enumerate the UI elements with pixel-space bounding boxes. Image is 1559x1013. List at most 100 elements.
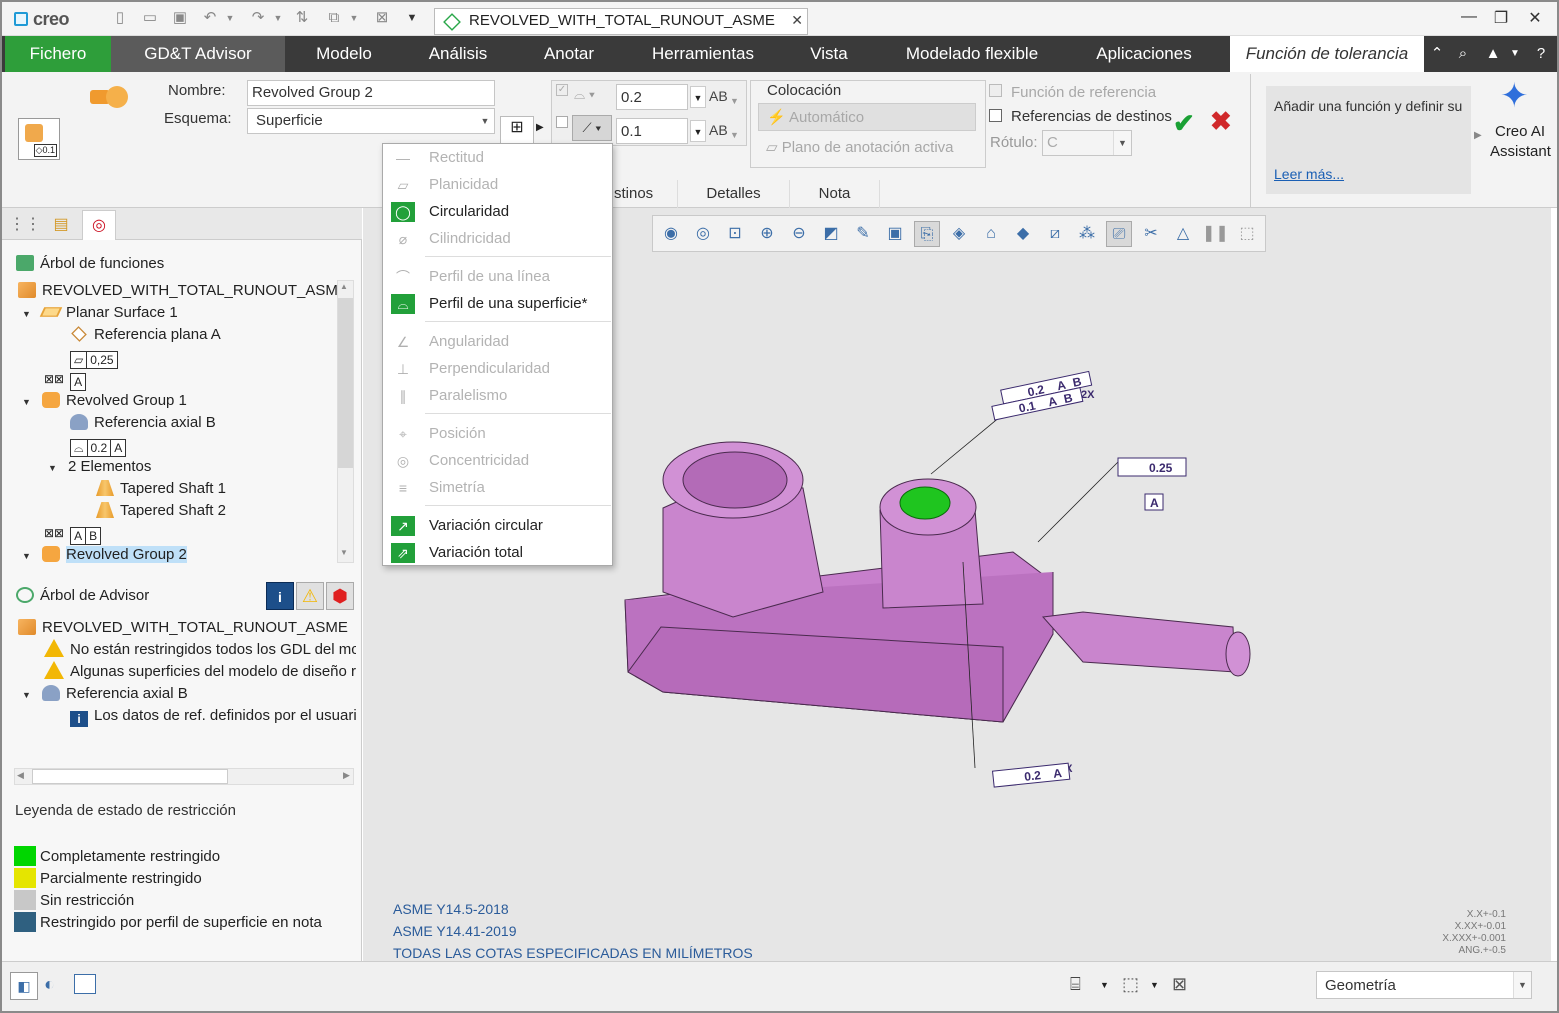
find-dropdown-icon[interactable]: ▼ [1100,980,1109,990]
characteristic-add-icon[interactable]: ⊞ [500,116,534,144]
advisor-node-warning1[interactable]: No están restringidos todos los GDL del … [44,639,356,661]
tab-gdt-advisor[interactable]: GD&T Advisor [111,36,285,72]
error-filter-button[interactable]: ⬢ [326,582,354,610]
advisor-hscrollbar-thumb[interactable] [32,769,228,784]
tab-destinos[interactable]: stinos [612,180,678,208]
orient-icon[interactable]: ◎ [690,221,716,247]
datum-display-icon[interactable]: ⧄ [1042,221,1068,247]
windows-dropdown-icon[interactable]: ▼ [344,9,364,27]
tolerance-1-dropdown-icon[interactable]: ▼ [690,86,706,108]
tab-modelo[interactable]: Modelo [290,36,398,72]
tab-detalles[interactable]: Detalles [678,180,790,208]
minimize-icon[interactable]: — [1458,8,1480,28]
tolerance-2-dropdown-icon[interactable]: ▼ [690,120,706,142]
warning-display-icon[interactable]: △ [1170,221,1196,247]
tree-node-profile[interactable]: ⌓ 0.2 A [70,434,127,457]
leer-mas-link[interactable]: Leer más... [1274,166,1344,182]
tab-vista[interactable]: Vista [782,36,876,72]
tab-nota[interactable]: Nota [790,180,880,208]
section-icon[interactable]: ◆ [1010,221,1036,247]
saved-orientations-icon[interactable]: ⎘ [914,221,940,247]
windows-icon[interactable]: ⧉ [324,9,344,27]
collapse-icon[interactable]: ▼ [22,545,34,567]
tab-herramientas[interactable]: Herramientas [630,36,776,72]
fcf-bottom-frame[interactable]: 0.2 A [991,762,1071,788]
customize-toolbar-icon[interactable]: ▼ [402,9,422,27]
total-runout-select-icon[interactable]: ⟋ ▾ [572,115,612,141]
toggle-navigator-icon[interactable]: ◧ [10,972,38,1000]
tolerance-value-2[interactable]: 0.1 [616,118,688,144]
advisor-node-info[interactable]: i Los datos de ref. definidos por el usua… [70,705,356,727]
repaint-icon[interactable]: ◩ [818,221,844,247]
annotation-filter-icon[interactable]: ⎚ [1106,221,1132,247]
document-tab[interactable]: REVOLVED_WITH_TOTAL_RUNOUT_ASME ✕ [434,8,808,35]
boss-large-hole[interactable] [682,451,788,509]
menu-item-perfil-linea[interactable]: ⌒ Perfil de una línea [383,264,612,290]
scroll-up-icon[interactable]: ▲ [340,282,348,291]
menu-item-posicion[interactable]: ⌖ Posición [383,421,612,447]
tree-node-datum-ab[interactable]: ⊠⊠ A B [44,522,102,545]
close-tab-icon[interactable]: ✕ [791,12,803,29]
advisor-node-refB[interactable]: ▼ Referencia axial B [22,683,188,705]
tree-node-ts2[interactable]: Tapered Shaft 2 [96,500,226,522]
creo-ai-assistant-button[interactable]: Creo AI Assistant [1490,122,1551,162]
menu-item-angularidad[interactable]: ∠ Angularidad [383,329,612,355]
full-screen-icon[interactable] [74,974,96,994]
selection-filter-icon[interactable]: ⊠ [1172,974,1187,995]
tab-modelado-flexible[interactable]: Modelado flexible [880,36,1064,72]
tree-node-ts1[interactable]: Tapered Shaft 1 [96,478,226,500]
cancel-x-icon[interactable]: ✖ [1210,106,1232,137]
annotation-orient-icon[interactable]: ⬚ [1234,221,1260,247]
view-manager-icon[interactable]: ◈ [946,221,972,247]
undo-dropdown-icon[interactable]: ▼ [220,9,240,27]
plano-anotacion-button[interactable]: ▱ Plano de anotación activa [758,134,976,162]
tolerance-feature-icon[interactable]: ◇0.1 [18,118,60,160]
datum-refs-2-dropdown-icon[interactable]: ▼ [730,130,739,140]
search-icon[interactable]: ⌕ [1452,36,1474,72]
help-icon[interactable]: ? [1530,36,1552,72]
display-style-icon[interactable]: ▣ [882,221,908,247]
selection-dropdown-icon[interactable]: ▼ [1150,980,1159,990]
menu-item-simetria[interactable]: ≡ Simetría [383,475,612,501]
row2-checkbox[interactable] [556,116,568,128]
tree-node-rg2[interactable]: ▼ Revolved Group 2 [22,544,187,566]
zoom-out-icon[interactable]: ⊖ [786,221,812,247]
open-file-icon[interactable]: ▭ [140,9,160,27]
advisor-node-root[interactable]: REVOLVED_WITH_TOTAL_RUNOUT_ASME [18,617,348,639]
tree-scrollbar-thumb[interactable] [338,298,353,468]
tree-node-datum-a[interactable]: ⊠⊠ A [44,368,87,391]
part-model[interactable] [624,441,1251,723]
redo-icon[interactable]: ↷ [248,9,268,27]
scroll-right-icon[interactable]: ▶ [343,770,350,781]
tree-node-planar[interactable]: ▼ Planar Surface 1 [22,302,178,324]
close-icon[interactable]: ✕ [1524,8,1546,28]
tree-node-root[interactable]: REVOLVED_WITH_TOTAL_RUNOUT_ASME [18,280,348,302]
nombre-input[interactable]: Revolved Group 2 [247,80,495,106]
close-window-icon[interactable]: ⊠ [372,9,392,27]
info-filter-button[interactable]: i [266,582,294,610]
ai-sparkle-icon[interactable]: ✦ [1500,76,1529,116]
surface-profile-small-icon[interactable]: ⌓ ▾ [574,86,595,103]
pause-icon[interactable]: ❚❚ [1202,221,1229,247]
perspective-icon[interactable]: ⌂ [978,221,1004,247]
new-file-icon[interactable]: ▯ [110,9,130,27]
regenerate-icon[interactable]: ⇅ [292,9,312,27]
datum-refs-1-dropdown-icon[interactable]: ▼ [730,96,739,106]
maximize-icon[interactable]: ❐ [1490,8,1512,28]
menu-item-planicidad[interactable]: ▱ Planicidad [383,172,612,198]
automatico-button[interactable]: ⚡ Automático [758,103,976,131]
ok-check-icon[interactable]: ✔ [1173,108,1195,139]
func-ref-checkbox[interactable] [989,84,1002,97]
menu-item-perpendicularidad[interactable]: ⊥ Perpendicularidad [383,356,612,382]
menu-item-cilindricidad[interactable]: ⌀ Cilindricidad [383,226,612,252]
refit-icon[interactable]: ◉ [658,221,684,247]
ref-destinos-checkbox[interactable] [989,109,1002,122]
tab-fichero[interactable]: Fichero [5,36,111,72]
tolerance-value-1[interactable]: 0.2 [616,84,688,110]
fcf-top-frame[interactable]: 0.2 A B 0.1 A B [989,370,1095,421]
menu-item-rectitud[interactable]: — Rectitud [383,145,612,171]
selection-box-icon[interactable]: ⬚ [1122,974,1139,995]
tree-node-rg1[interactable]: ▼ Revolved Group 1 [22,390,187,412]
annotation-display-icon[interactable]: ⁂ [1074,221,1100,247]
menu-item-variacion-total[interactable]: ⇗ Variación total [383,540,612,566]
